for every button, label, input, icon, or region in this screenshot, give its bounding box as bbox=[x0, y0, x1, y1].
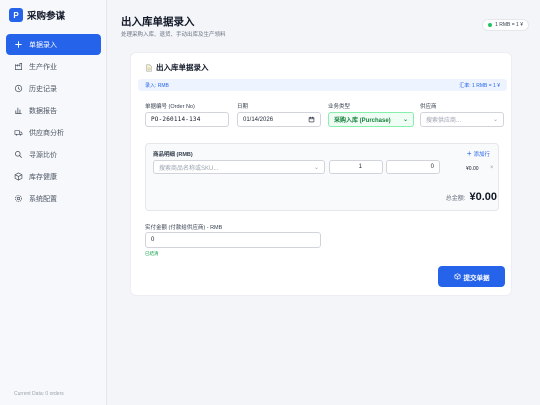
supplier-placeholder: 搜索供应商... bbox=[426, 118, 462, 124]
exchange-rate-text: 1 RMB = 1 ¥ bbox=[495, 22, 523, 28]
sidebar-item-0[interactable]: 单据录入 bbox=[6, 34, 101, 55]
total-amount: 总金额: ¥0.00 bbox=[446, 191, 497, 203]
entry-currency: 录入: RMB bbox=[145, 82, 169, 89]
entry-card: 出入库单据录入 录入: RMB 汇率: 1 RMB = 1 ¥ 单据编号 (Or… bbox=[130, 52, 512, 296]
plus-icon: + bbox=[466, 149, 472, 158]
sidebar-item-label: 生产作业 bbox=[29, 63, 57, 71]
data-count-footer: Current Data: 0 orders bbox=[14, 391, 64, 397]
document-icon bbox=[146, 64, 152, 71]
sidebar-item-4[interactable]: 供应商分析 bbox=[6, 122, 101, 143]
card-title: 出入库单据录入 bbox=[145, 62, 209, 73]
sidebar-item-1[interactable]: 生产作业 bbox=[6, 56, 101, 77]
supplier-select[interactable]: 搜索供应商... ⌄ bbox=[420, 112, 504, 127]
exchange-rate-selector[interactable]: 汇率: 1 RMB = 1 ¥ bbox=[459, 82, 500, 89]
chevron-down-icon: ⌄ bbox=[402, 117, 408, 123]
brand-logo-icon: P bbox=[9, 8, 23, 22]
type-select[interactable]: 采购入库 (Purchase) ⌄ bbox=[328, 112, 414, 127]
currency-bar: 录入: RMB 汇率: 1 RMB = 1 ¥ bbox=[138, 79, 507, 91]
sidebar-item-label: 寻源比价 bbox=[29, 151, 57, 159]
total-label: 总金额: bbox=[445, 196, 466, 202]
sidebar-item-3[interactable]: 数据报告 bbox=[6, 100, 101, 121]
type-value: 采购入库 (Purchase) bbox=[334, 118, 391, 124]
date-input[interactable]: 01/14/2026 bbox=[237, 112, 321, 127]
line-total: ¥0.00 bbox=[466, 166, 479, 172]
sidebar-item-label: 单据录入 bbox=[29, 41, 57, 49]
payment-status: 已结清 bbox=[145, 251, 159, 256]
bar-chart-icon bbox=[13, 106, 23, 116]
sidebar-nav: 单据录入生产作业历史记录数据报告供应商分析寻源比价库存健康系统配置 bbox=[6, 34, 101, 210]
card-title-text: 出入库单据录入 bbox=[156, 63, 209, 72]
exchange-rate-badge: 1 RMB = 1 ¥ bbox=[482, 19, 529, 31]
add-row-label: 添加行 bbox=[473, 151, 490, 158]
plus-icon bbox=[13, 40, 23, 50]
page-subtitle: 处理采购入库、退货、手动出库及生产领料 bbox=[121, 32, 226, 38]
price-input[interactable]: 0 bbox=[386, 160, 440, 174]
brand: P 采购参谋 bbox=[9, 8, 65, 22]
date-value: 01/14/2026 bbox=[243, 116, 274, 123]
status-dot-icon bbox=[488, 23, 493, 27]
date-label: 日期 bbox=[237, 104, 249, 110]
sidebar: P 采购参谋 单据录入生产作业历史记录数据报告供应商分析寻源比价库存健康系统配置… bbox=[0, 0, 107, 405]
type-label: 业务类型 bbox=[328, 104, 351, 110]
page-title: 出入库单据录入 bbox=[121, 16, 195, 28]
remove-row-icon[interactable]: × bbox=[490, 165, 494, 171]
sidebar-item-label: 系统配置 bbox=[29, 195, 57, 203]
sidebar-item-label: 数据报告 bbox=[29, 107, 57, 115]
clock-icon bbox=[13, 84, 23, 94]
box-icon bbox=[454, 273, 460, 280]
payment-label: 实付金额 (付款给供应商) - RMB bbox=[145, 225, 223, 231]
box-icon bbox=[13, 172, 23, 182]
sku-search-select[interactable]: 搜索商品名称或SKU... ⌄ bbox=[153, 160, 325, 174]
submit-button[interactable]: 提交单据 bbox=[438, 266, 505, 287]
truck-icon bbox=[13, 128, 23, 138]
sidebar-item-label: 历史记录 bbox=[29, 85, 57, 93]
gear-icon bbox=[13, 194, 23, 204]
sidebar-item-2[interactable]: 历史记录 bbox=[6, 78, 101, 99]
brand-name: 采购参谋 bbox=[27, 11, 66, 22]
chevron-down-icon: ⌄ bbox=[492, 117, 498, 123]
sidebar-item-7[interactable]: 系统配置 bbox=[6, 188, 101, 209]
add-row-button[interactable]: + 添加行 bbox=[467, 149, 490, 158]
chevron-down-icon: ⌄ bbox=[313, 164, 319, 171]
sidebar-item-5[interactable]: 寻源比价 bbox=[6, 144, 101, 165]
search-icon bbox=[13, 150, 23, 160]
calendar-icon[interactable] bbox=[308, 116, 315, 123]
submit-label: 提交单据 bbox=[463, 274, 490, 282]
sidebar-item-label: 库存健康 bbox=[29, 173, 57, 181]
supplier-label: 供应商 bbox=[420, 104, 437, 110]
total-value: ¥0.00 bbox=[469, 191, 497, 203]
sidebar-item-label: 供应商分析 bbox=[29, 129, 64, 137]
sku-placeholder: 搜索商品名称或SKU... bbox=[159, 165, 219, 172]
order-no-input[interactable]: PO-260114-134 bbox=[145, 112, 229, 127]
payment-input[interactable]: 0 bbox=[145, 232, 321, 248]
order-no-label: 单据编号 (Order No) bbox=[145, 104, 195, 110]
sidebar-item-6[interactable]: 库存健康 bbox=[6, 166, 101, 187]
items-heading: 商品明细 (RMB) bbox=[153, 152, 193, 158]
factory-icon bbox=[13, 62, 23, 72]
qty-input[interactable]: 1 bbox=[329, 160, 383, 174]
